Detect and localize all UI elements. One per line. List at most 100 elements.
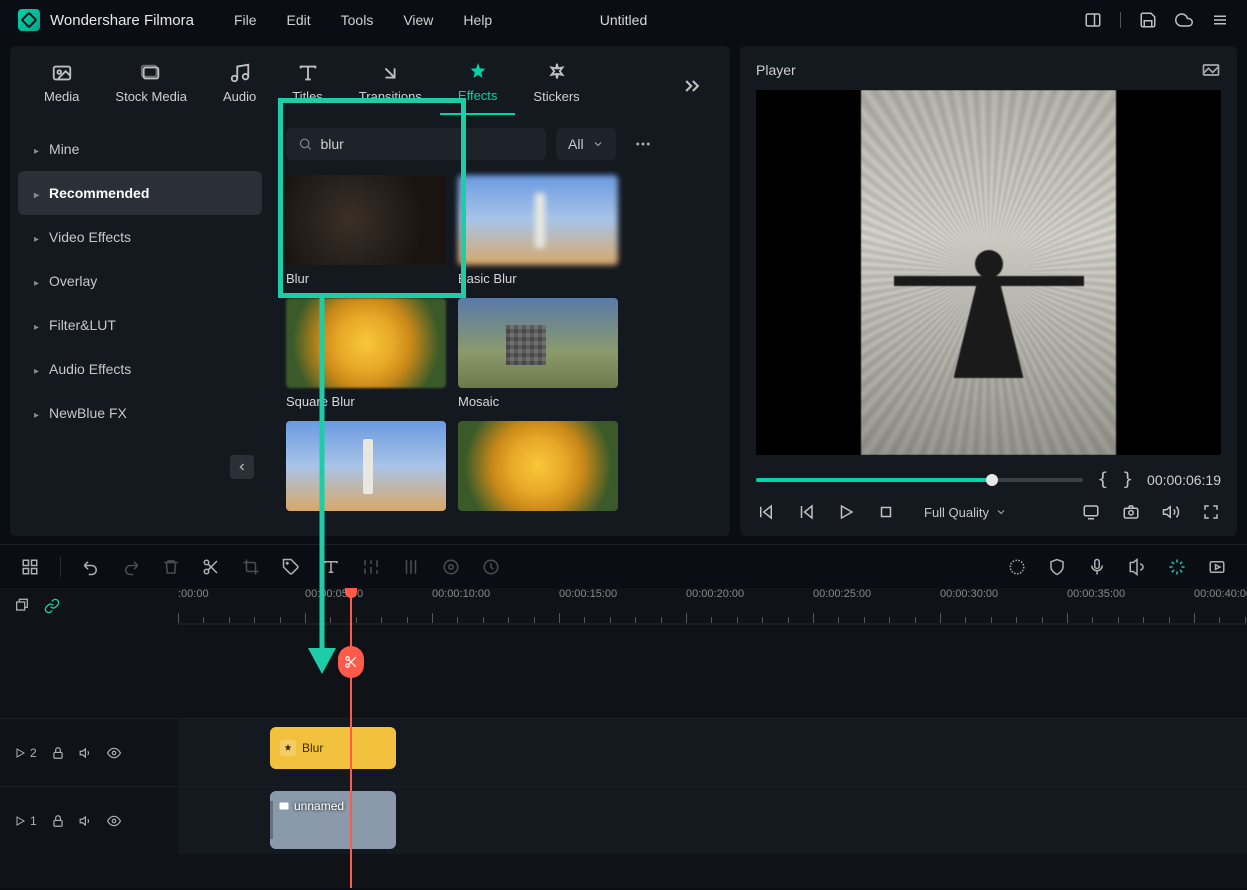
sidebar-item-newblue-fx[interactable]: NewBlue FX <box>18 391 262 435</box>
undo-button[interactable] <box>81 557 101 577</box>
eye-icon[interactable] <box>107 814 121 828</box>
tab-titles[interactable]: Titles <box>274 57 341 114</box>
crop-button[interactable] <box>241 557 261 577</box>
mark-in-button[interactable]: { <box>1097 469 1108 490</box>
tracks-area[interactable]: :00:0000:00:05:0000:00:10:0000:00:15:000… <box>178 588 1247 888</box>
prev-frame-button[interactable] <box>756 502 776 522</box>
clip-thumbnails <box>270 801 273 839</box>
menu-tools[interactable]: Tools <box>341 12 374 28</box>
menu-help[interactable]: Help <box>463 12 492 28</box>
video-clip[interactable]: unnamed <box>270 791 396 849</box>
layers-icon[interactable] <box>14 598 30 614</box>
step-back-button[interactable] <box>796 502 816 522</box>
effect-item-square-blur[interactable]: Square Blur <box>286 298 446 409</box>
effect-clip-label: Blur <box>302 741 323 755</box>
tab-transitions-label: Transitions <box>359 89 422 104</box>
voiceover-button[interactable] <box>1087 557 1107 577</box>
search-row: All <box>286 127 714 161</box>
timecode: 00:00:06:19 <box>1147 472 1221 488</box>
stickers-icon <box>545 61 569 85</box>
sidebar-item-audio-effects[interactable]: Audio Effects <box>18 347 262 391</box>
lock-icon[interactable] <box>51 814 65 828</box>
effect-item-mosaic[interactable]: Mosaic <box>458 298 618 409</box>
split-button[interactable] <box>201 557 221 577</box>
lock-icon[interactable] <box>51 746 65 760</box>
effect-item[interactable] <box>286 421 446 517</box>
tab-stickers[interactable]: Stickers <box>515 57 597 114</box>
layout-icon[interactable] <box>1084 11 1102 29</box>
text-button[interactable] <box>321 557 341 577</box>
quality-dropdown[interactable]: Full Quality <box>924 505 1007 520</box>
mixer-button[interactable] <box>401 557 421 577</box>
menu-edit[interactable]: Edit <box>287 12 311 28</box>
sidebar-item-mine[interactable]: Mine <box>18 127 262 171</box>
sidebar-item-filter-lut[interactable]: Filter&LUT <box>18 303 262 347</box>
ruler-label: 00:00:10:00 <box>432 588 490 600</box>
snapshot-button[interactable] <box>1121 502 1141 522</box>
record-button[interactable] <box>441 557 461 577</box>
mark-out-button[interactable]: } <box>1122 469 1133 490</box>
effect-item-basic-blur[interactable]: Basic Blur <box>458 175 618 286</box>
mute-icon[interactable] <box>79 746 93 760</box>
play-button[interactable] <box>836 502 856 522</box>
hamburger-icon[interactable] <box>1211 11 1229 29</box>
tab-audio[interactable]: Audio <box>205 57 274 114</box>
save-icon[interactable] <box>1139 11 1157 29</box>
adjust-button[interactable] <box>361 557 381 577</box>
progress-bar[interactable] <box>756 478 1083 482</box>
effect-item-blur[interactable]: Blur <box>286 175 446 286</box>
menu-view[interactable]: View <box>403 12 433 28</box>
stop-button[interactable] <box>876 502 896 522</box>
expand-icon[interactable] <box>670 68 714 104</box>
track-number: 2 <box>14 746 37 760</box>
tab-transitions[interactable]: Transitions <box>341 57 440 114</box>
sidebar-item-video-effects[interactable]: Video Effects <box>18 215 262 259</box>
search-box[interactable] <box>286 128 546 160</box>
chevron-right-icon <box>34 229 39 245</box>
progress-thumb[interactable] <box>986 474 998 486</box>
fullscreen-button[interactable] <box>1201 502 1221 522</box>
collapse-sidebar-button[interactable] <box>230 455 254 479</box>
playhead[interactable] <box>350 588 352 888</box>
effect-track[interactable]: Blur <box>178 718 1247 786</box>
filter-dropdown[interactable]: All <box>556 128 616 160</box>
scope-icon[interactable] <box>1201 60 1221 80</box>
player-controls: { } 00:00:06:19 Full Quality <box>756 469 1221 522</box>
export-button[interactable] <box>1207 557 1227 577</box>
redo-button[interactable] <box>121 557 141 577</box>
more-options-button[interactable] <box>626 127 660 161</box>
effect-thumbnail <box>458 421 618 511</box>
sidebar-item-recommended[interactable]: Recommended <box>18 171 262 215</box>
color-wheel-button[interactable] <box>1007 557 1027 577</box>
video-clip-label: unnamed <box>294 799 344 813</box>
effect-thumbnail <box>458 298 618 388</box>
render-button[interactable] <box>1167 557 1187 577</box>
effect-clip[interactable]: Blur <box>270 727 396 769</box>
tab-media[interactable]: Media <box>26 57 97 114</box>
search-input[interactable] <box>320 136 534 152</box>
menu-file[interactable]: File <box>234 12 257 28</box>
mute-icon[interactable] <box>79 814 93 828</box>
marker-button[interactable] <box>281 557 301 577</box>
scissors-icon[interactable] <box>338 646 364 678</box>
speed-button[interactable] <box>481 557 501 577</box>
track-header-effect: 2 <box>0 718 178 786</box>
shield-button[interactable] <box>1047 557 1067 577</box>
effect-thumbnail <box>286 175 446 265</box>
audio-mixer-button[interactable] <box>1127 557 1147 577</box>
screen-record-button[interactable] <box>1081 502 1101 522</box>
volume-button[interactable] <box>1161 502 1181 522</box>
sidebar-item-overlay[interactable]: Overlay <box>18 259 262 303</box>
video-track[interactable]: unnamed <box>178 786 1247 854</box>
stock-media-icon <box>139 61 163 85</box>
timeline-ruler[interactable]: :00:0000:00:05:0000:00:10:0000:00:15:000… <box>178 588 1247 624</box>
cloud-icon[interactable] <box>1175 11 1193 29</box>
tab-stock-media[interactable]: Stock Media <box>97 57 205 114</box>
add-track-button[interactable] <box>20 557 40 577</box>
delete-button[interactable] <box>161 557 181 577</box>
effect-item[interactable] <box>458 421 618 517</box>
link-icon[interactable] <box>44 598 60 614</box>
preview-area[interactable] <box>756 90 1221 455</box>
eye-icon[interactable] <box>107 746 121 760</box>
tab-effects[interactable]: Effects <box>440 56 516 115</box>
